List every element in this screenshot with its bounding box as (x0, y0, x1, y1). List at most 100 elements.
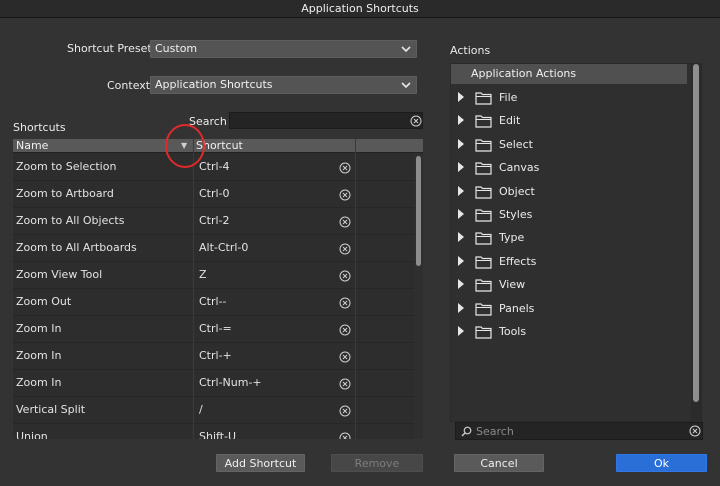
tree-item-label: File (499, 91, 518, 104)
expand-arrow-icon[interactable] (457, 138, 465, 149)
row-name: Zoom In (16, 349, 62, 362)
row-shortcut[interactable]: Ctrl-+ (199, 343, 329, 369)
clear-icon[interactable] (339, 243, 351, 255)
tree-item[interactable]: Styles (451, 203, 687, 226)
row-shortcut[interactable]: Ctrl-2 (199, 208, 329, 234)
expand-arrow-icon[interactable] (457, 92, 465, 102)
row-shortcut[interactable]: Z (199, 262, 329, 288)
actions-label: Actions (450, 44, 491, 57)
row-shortcut[interactable]: Alt-Ctrl-0 (199, 235, 329, 261)
chevron-down-icon (401, 82, 411, 89)
ok-button[interactable]: Ok (616, 454, 707, 472)
row-shortcut[interactable]: Ctrl-- (199, 289, 329, 315)
table-header: Name ▼ Shortcut (13, 139, 423, 153)
folder-icon (475, 302, 492, 316)
tree-item[interactable]: Edit (451, 109, 687, 132)
row-shortcut[interactable]: Ctrl-0 (199, 181, 329, 207)
clear-icon[interactable] (339, 432, 351, 439)
tree-item-label: Effects (499, 254, 537, 268)
presets-dropdown[interactable]: Custom (150, 40, 417, 58)
clear-icon[interactable] (339, 297, 351, 309)
expand-arrow-icon[interactable] (457, 232, 465, 243)
row-name: Zoom to All Objects (16, 214, 125, 227)
table-row[interactable]: Zoom to All Artboards Alt-Ctrl-0 (13, 235, 423, 262)
row-name: Zoom In (16, 322, 62, 335)
context-dropdown[interactable]: Application Shortcuts (150, 76, 417, 94)
context-label: Context (107, 79, 151, 92)
expand-arrow-icon[interactable] (457, 279, 465, 290)
expand-arrow-icon[interactable] (457, 162, 465, 173)
clear-icon[interactable] (339, 189, 351, 201)
row-shortcut[interactable]: Ctrl-4 (199, 154, 329, 180)
expand-arrow-icon[interactable] (457, 209, 465, 219)
row-name: Vertical Split (16, 403, 86, 416)
table-row[interactable]: Zoom to Artboard Ctrl-0 (13, 181, 423, 208)
tree-root-application-actions[interactable]: Application Actions (451, 64, 687, 84)
tree-item[interactable]: Object (451, 180, 687, 203)
shortcut-search-input[interactable] (229, 112, 423, 129)
row-name: Zoom Out (16, 295, 72, 308)
tree-scrollbar-thumb[interactable] (693, 64, 699, 402)
row-shortcut[interactable]: Ctrl-Num-+ (199, 370, 329, 396)
row-name: Zoom View Tool (16, 268, 103, 281)
clear-icon[interactable] (339, 162, 351, 174)
tree-item-label: Canvas (499, 161, 540, 175)
expand-arrow-icon[interactable] (457, 255, 465, 266)
folder-icon (475, 256, 492, 269)
table-scrollbar[interactable] (414, 154, 423, 439)
add-shortcut-button[interactable]: Add Shortcut (216, 454, 305, 472)
row-shortcut[interactable]: / (199, 397, 329, 423)
tree-scrollbar[interactable] (691, 64, 701, 421)
actions-tree: Application Actions File Edit Select Canvas… (450, 63, 702, 422)
clear-icon[interactable] (339, 405, 351, 417)
actions-search-input[interactable]: Search (455, 422, 703, 440)
tree-item[interactable]: Panels (451, 297, 687, 320)
table-scrollbar-thumb[interactable] (416, 156, 421, 266)
table-row[interactable]: Zoom View Tool Z (13, 262, 423, 289)
tree-item[interactable]: Type (451, 226, 687, 249)
context-value: Application Shortcuts (155, 78, 273, 91)
tree-item[interactable]: Effects (451, 250, 687, 273)
column-divider (193, 139, 194, 439)
table-row[interactable]: Vertical Split / (13, 397, 423, 424)
clear-icon[interactable] (339, 216, 351, 228)
clear-icon[interactable] (339, 324, 351, 336)
table-row[interactable]: Zoom to Selection Ctrl-4 (13, 154, 423, 181)
table-row[interactable]: Zoom to All Objects Ctrl-2 (13, 208, 423, 235)
clear-icon[interactable] (339, 351, 351, 363)
clear-icon[interactable] (339, 270, 351, 282)
tree-item-label: Select (499, 137, 533, 151)
expand-arrow-icon[interactable] (457, 185, 465, 196)
folder-icon (475, 92, 492, 105)
clear-icon[interactable] (339, 378, 351, 390)
folder-icon (475, 209, 492, 222)
actions-search-placeholder: Search (476, 425, 514, 438)
search-icon (461, 426, 472, 437)
table-row[interactable]: Zoom Out Ctrl-- (13, 289, 423, 316)
tree-item[interactable]: Select (451, 133, 687, 156)
clear-icon[interactable] (689, 425, 701, 437)
tree-item-label: Panels (499, 301, 535, 315)
expand-arrow-icon[interactable] (457, 302, 465, 313)
row-shortcut[interactable]: Shift-U (199, 424, 329, 439)
table-row[interactable]: Zoom In Ctrl-Num-+ (13, 370, 423, 397)
tree-item-label: Edit (499, 114, 521, 128)
table-row[interactable]: Zoom In Ctrl-= (13, 316, 423, 343)
column-header-name[interactable]: Name (16, 139, 48, 153)
row-shortcut[interactable]: Ctrl-= (199, 316, 329, 342)
tree-item[interactable]: File (451, 86, 687, 109)
shortcuts-dialog: Shortcut Presets Custom Context Applicat… (0, 18, 720, 486)
expand-arrow-icon[interactable] (457, 326, 465, 336)
tree-item[interactable]: View (451, 273, 687, 296)
tree-item[interactable]: Canvas (451, 156, 687, 179)
cancel-button[interactable]: Cancel (454, 454, 544, 472)
tree-item[interactable]: Tools (451, 320, 687, 343)
table-row[interactable]: Zoom In Ctrl-+ (13, 343, 423, 370)
presets-label: Shortcut Presets (67, 42, 158, 55)
clear-icon[interactable] (410, 115, 422, 127)
folder-icon (475, 232, 492, 245)
table-row[interactable]: Union Shift-U (13, 424, 423, 439)
expand-arrow-icon[interactable] (457, 115, 465, 126)
presets-value: Custom (155, 42, 198, 55)
remove-button[interactable]: Remove (331, 454, 423, 472)
